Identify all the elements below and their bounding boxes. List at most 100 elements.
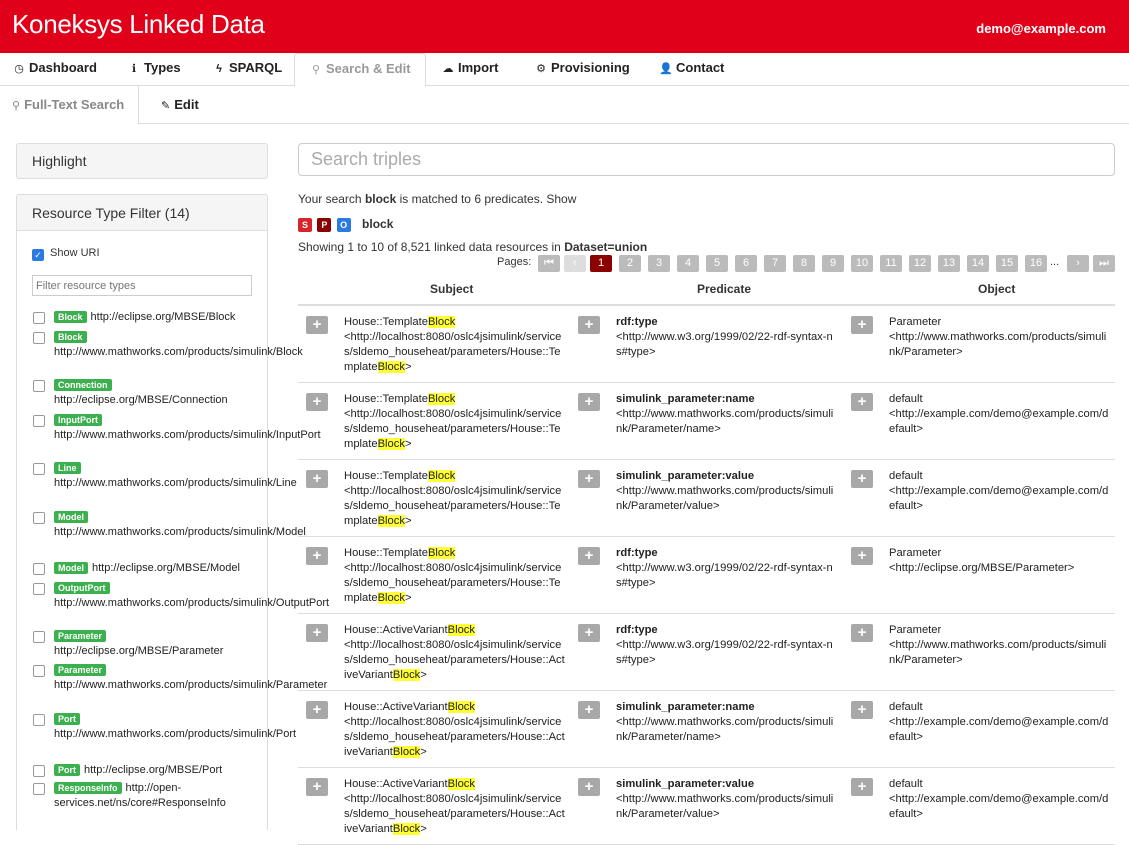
add-subject-button[interactable]: + (306, 778, 328, 796)
resource-type-checkbox[interactable] (33, 765, 45, 777)
tab-full-text-search[interactable]: ⚲ Full-Text Search (0, 86, 140, 125)
page-button[interactable]: 15 (996, 255, 1018, 272)
page-button[interactable]: 16 (1025, 255, 1047, 272)
user-email[interactable]: demo@example.com (976, 21, 1106, 36)
last-page-button[interactable]: ⏭ (1093, 255, 1115, 272)
predicate-cell[interactable]: simulink_parameter:name <http://www.mathw… (616, 392, 836, 437)
page-button[interactable]: 6 (735, 255, 757, 272)
subject-cell[interactable]: House::TemplateBlock <http://localhost:80… (344, 469, 566, 529)
next-page-button[interactable]: › (1067, 255, 1089, 272)
nav-types[interactable]: ℹ Types (127, 53, 181, 86)
nav-contact[interactable]: 👤 Contact (659, 53, 724, 86)
object-cell[interactable]: default <http://example.com/demo@example.… (889, 700, 1111, 745)
resource-type-checkbox[interactable] (33, 583, 45, 595)
add-predicate-button[interactable]: + (578, 778, 600, 796)
subject-cell[interactable]: House::TemplateBlock <http://localhost:80… (344, 315, 566, 375)
page-button[interactable]: 14 (967, 255, 989, 272)
subject-uri: <http://localhost:8080/oslc4jsimulink/se… (344, 485, 562, 527)
page-button[interactable]: 7 (764, 255, 786, 272)
nav-provisioning[interactable]: ⚙ Provisioning (534, 53, 630, 86)
add-predicate-button[interactable]: + (578, 701, 600, 719)
object-name: Parameter (889, 624, 942, 636)
add-subject-button[interactable]: + (306, 624, 328, 642)
resource-type-checkbox[interactable] (33, 563, 45, 575)
predicate-cell[interactable]: rdf:type <http://www.w3.org/1999/02/22-rd… (616, 315, 836, 360)
page-button[interactable]: 1 (590, 255, 612, 272)
subject-toggle[interactable]: S (298, 218, 312, 232)
resource-type-checkbox[interactable] (33, 415, 45, 427)
resource-type-checkbox[interactable] (33, 332, 45, 344)
search-triples-input[interactable]: Search triples (298, 143, 1115, 176)
object-cell[interactable]: default <http://example.com/demo@example.… (889, 777, 1111, 822)
add-predicate-button[interactable]: + (578, 316, 600, 334)
subject-cell[interactable]: House::ActiveVariantBlock <http://localho… (344, 777, 566, 837)
show-uri-checkbox[interactable]: ✓ Show URI (32, 247, 100, 261)
nav-search-edit[interactable]: ⚲ Search & Edit (294, 53, 426, 87)
info-prefix: Your search (298, 192, 365, 206)
add-object-button[interactable]: + (851, 393, 873, 411)
add-object-button[interactable]: + (851, 778, 873, 796)
type-uri: http://eclipse.org/MBSE/Block (90, 311, 236, 323)
predicate-cell[interactable]: rdf:type <http://www.w3.org/1999/02/22-rd… (616, 546, 836, 591)
predicate-cell[interactable]: rdf:type <http://www.w3.org/1999/02/22-rd… (616, 623, 836, 668)
page-button[interactable]: 13 (938, 255, 960, 272)
add-object-button[interactable]: + (851, 470, 873, 488)
add-object-button[interactable]: + (851, 547, 873, 565)
add-predicate-button[interactable]: + (578, 624, 600, 642)
add-subject-button[interactable]: + (306, 393, 328, 411)
page-button[interactable]: 4 (677, 255, 699, 272)
nav-sparql[interactable]: ϟ SPARQL (212, 53, 282, 86)
add-object-button[interactable]: + (851, 316, 873, 334)
page-button[interactable]: 9 (822, 255, 844, 272)
subject-cell[interactable]: House::ActiveVariantBlock <http://localho… (344, 623, 566, 683)
predicate-toggle[interactable]: P (317, 218, 332, 232)
object-cell[interactable]: default <http://example.com/demo@example.… (889, 469, 1111, 514)
page-button[interactable]: 10 (851, 255, 873, 272)
resource-type-checkbox[interactable] (33, 714, 45, 726)
filter-resource-types-input[interactable] (32, 275, 252, 296)
add-subject-button[interactable]: + (306, 470, 328, 488)
nav-dashboard[interactable]: ◷ Dashboard (12, 53, 97, 86)
predicate-cell[interactable]: simulink_parameter:name <http://www.mathw… (616, 700, 836, 745)
resource-type-checkbox[interactable] (33, 512, 45, 524)
nav-import[interactable]: ☁ Import (441, 53, 499, 86)
page-button[interactable]: 12 (909, 255, 931, 272)
tab-edit[interactable]: ✎ Edit (161, 86, 199, 124)
resource-type-checkbox[interactable] (33, 463, 45, 475)
add-object-button[interactable]: + (851, 624, 873, 642)
add-predicate-button[interactable]: + (578, 393, 600, 411)
predicate-cell[interactable]: simulink_parameter:value <http://www.math… (616, 777, 836, 822)
first-page-button[interactable]: ⏮ (538, 255, 560, 272)
add-subject-button[interactable]: + (306, 316, 328, 334)
page-button[interactable]: 2 (619, 255, 641, 272)
prev-page-button[interactable]: ‹ (564, 255, 586, 272)
object-toggle[interactable]: O (336, 218, 351, 232)
add-subject-button[interactable]: + (306, 547, 328, 565)
add-predicate-button[interactable]: + (578, 547, 600, 565)
predicate-cell[interactable]: simulink_parameter:value <http://www.math… (616, 469, 836, 514)
app-title[interactable]: Koneksys Linked Data (12, 9, 265, 40)
page-button[interactable]: 3 (648, 255, 670, 272)
info-suffix[interactable]: is matched to 6 predicates. Show (396, 192, 577, 206)
subject-cell[interactable]: House::TemplateBlock <http://localhost:80… (344, 546, 566, 606)
subject-cell[interactable]: House::TemplateBlock <http://localhost:80… (344, 392, 566, 452)
add-predicate-button[interactable]: + (578, 470, 600, 488)
page-button[interactable]: 8 (793, 255, 815, 272)
object-cell[interactable]: Parameter <http://eclipse.org/MBSE/Parame… (889, 546, 1111, 576)
resource-type-checkbox[interactable] (33, 312, 45, 324)
bolt-icon: ϟ (216, 63, 222, 75)
object-cell[interactable]: Parameter <http://www.mathworks.com/produ… (889, 623, 1111, 668)
object-cell[interactable]: default <http://example.com/demo@example.… (889, 392, 1111, 437)
highlight-panel[interactable]: Highlight (16, 143, 268, 179)
resource-type-checkbox[interactable] (33, 783, 45, 795)
subject-cell[interactable]: House::ActiveVariantBlock <http://localho… (344, 700, 566, 760)
resource-type-checkbox[interactable] (33, 631, 45, 643)
add-object-button[interactable]: + (851, 701, 873, 719)
highlight-title: Highlight (32, 153, 87, 169)
resource-type-checkbox[interactable] (33, 380, 45, 392)
page-button[interactable]: 5 (706, 255, 728, 272)
resource-type-checkbox[interactable] (33, 665, 45, 677)
add-subject-button[interactable]: + (306, 701, 328, 719)
page-button[interactable]: 11 (880, 255, 902, 272)
object-cell[interactable]: Parameter <http://www.mathworks.com/produ… (889, 315, 1111, 360)
